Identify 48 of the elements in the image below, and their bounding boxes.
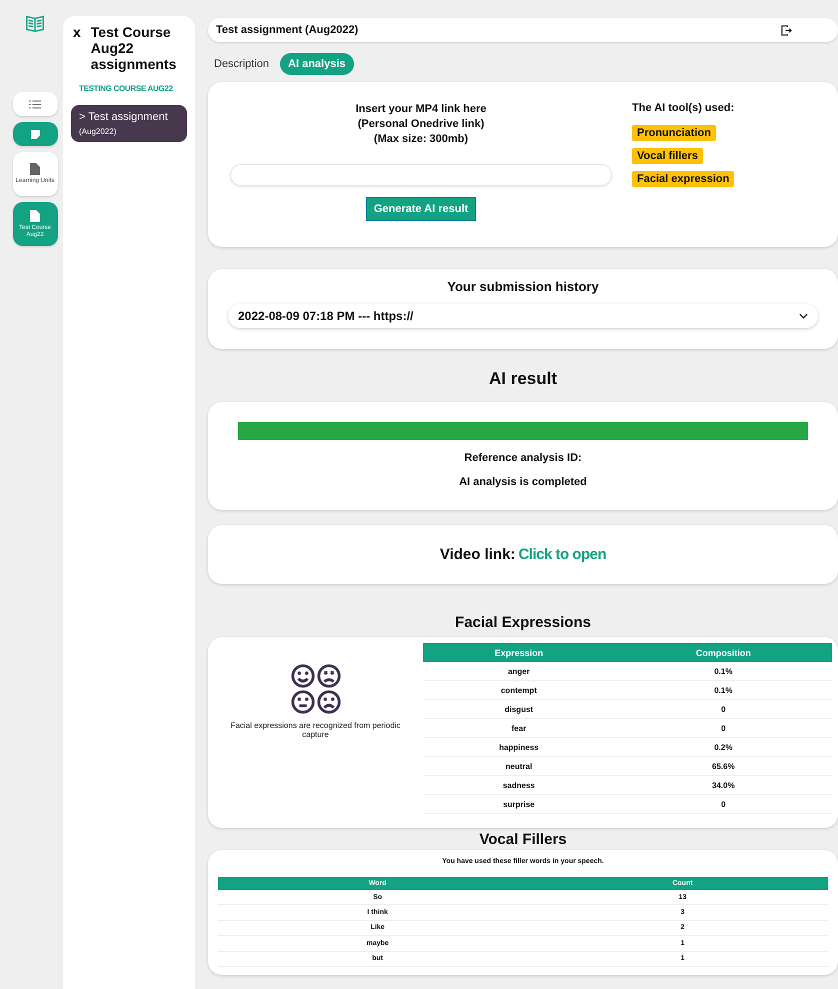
tab[interactable]: Description <box>211 53 272 75</box>
column-header: Composition <box>614 643 832 662</box>
history-dropdown[interactable]: 2022-08-09 07:18 PM --- https:// <box>228 304 818 328</box>
tool-tag: Pronunciation <box>632 125 716 141</box>
sidebar-title: Test Course Aug22 assignments <box>90 24 178 72</box>
video-label: Video link: <box>440 546 516 563</box>
table-cell: surprise <box>423 794 615 814</box>
table-cell: 0.1% <box>614 662 832 680</box>
column-header: Expression <box>423 643 615 662</box>
assignment-title: Test assignment (Aug2022) <box>216 24 358 36</box>
reference-label: Reference analysis ID: <box>464 452 582 464</box>
table-cell: 34.0% <box>614 776 832 794</box>
section-title: AI result <box>488 369 558 389</box>
table-cell: 0 <box>614 718 832 738</box>
table-cell: contempt <box>423 680 615 700</box>
table-cell: fear <box>423 718 615 738</box>
status-text: AI analysis is completed <box>459 476 587 488</box>
link-input-field[interactable] <box>230 164 612 186</box>
table-cell: 0.1% <box>614 680 832 700</box>
tool-tag: Facial expression <box>632 171 734 187</box>
close-button[interactable]: x <box>71 24 83 40</box>
rail-button[interactable] <box>12 122 58 146</box>
rail-button[interactable] <box>12 92 58 116</box>
emotion-faces-icon <box>290 663 342 715</box>
table-cell: 0.2% <box>614 738 832 756</box>
table-cell: 65.6% <box>614 756 832 776</box>
table-cell: disgust <box>423 700 615 718</box>
chevron-down-icon <box>799 313 808 319</box>
logout-icon[interactable] <box>781 24 792 36</box>
document-icon <box>30 163 40 175</box>
assignment-item[interactable]: > Test assignment (Aug2022) <box>71 105 187 142</box>
table-cell: 0 <box>614 700 832 718</box>
upload-instructions: Insert your MP4 link here (Personal Onedrive link) (Max size: 300mb) <box>356 102 486 147</box>
facial-caption: Facial expressions are recognized from periodic capture <box>230 721 402 739</box>
table-cell: happiness <box>423 738 615 756</box>
course-label: TESTING COURSE AUG22 <box>79 84 174 93</box>
section-title: Facial Expressions <box>454 614 592 631</box>
tool-tag: Vocal fillers <box>632 148 703 164</box>
document-icon <box>30 210 40 222</box>
table-cell: neutral <box>423 756 615 776</box>
note-icon <box>30 130 40 138</box>
section-title: Vocal Fillers <box>478 831 568 848</box>
list-icon <box>29 100 41 108</box>
tools-title: The AI tool(s) used: <box>632 102 734 114</box>
table-cell: anger <box>423 662 615 680</box>
history-title: Your submission history <box>447 279 599 294</box>
table-cell: sadness <box>423 776 615 794</box>
table-cell: 0 <box>614 794 832 814</box>
